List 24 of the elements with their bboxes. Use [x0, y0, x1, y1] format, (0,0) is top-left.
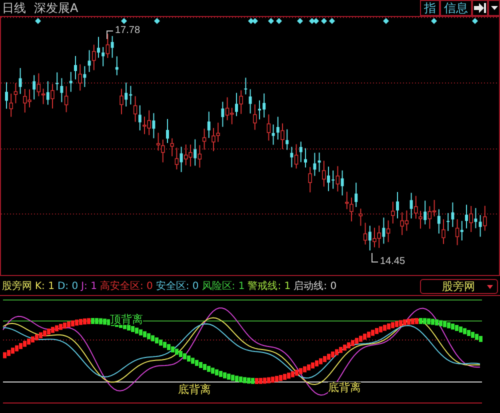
- legend-value: D: 0: [57, 282, 78, 292]
- leader-line: [372, 252, 378, 262]
- dropdown-icon[interactable]: [488, 0, 500, 16]
- chart-period: 日线: [2, 2, 26, 14]
- divergence-label: 底背离: [328, 382, 361, 393]
- legend-value: 安全区: 0: [156, 282, 199, 292]
- low-price-label: 14.45: [380, 257, 406, 267]
- legend-value: 启动线: 0: [294, 282, 337, 292]
- legend-value: K: 1: [35, 282, 54, 292]
- divergence-label: 顶背离: [110, 314, 143, 325]
- toolbar-button[interactable]: 指: [420, 0, 440, 16]
- stock-name: 深发展A: [34, 2, 78, 14]
- toolbar-button[interactable]: 信息: [440, 0, 472, 16]
- dropdown-icon: [487, 284, 493, 288]
- arrow-to-bar-icon[interactable]: [472, 0, 488, 16]
- legend-value: J: 1: [81, 282, 97, 292]
- legend-value: 警戒线: 1: [248, 282, 291, 292]
- leader-line: [106, 30, 114, 40]
- high-price-label: 17.78: [115, 26, 140, 36]
- indicator-selector[interactable]: 股旁网: [420, 279, 498, 294]
- divergence-label: 底背离: [178, 384, 211, 395]
- indicator-name: 股旁网: [2, 282, 32, 292]
- legend-value: 风险区: 1: [202, 282, 245, 292]
- legend-value: 高安全区: 0: [100, 282, 153, 292]
